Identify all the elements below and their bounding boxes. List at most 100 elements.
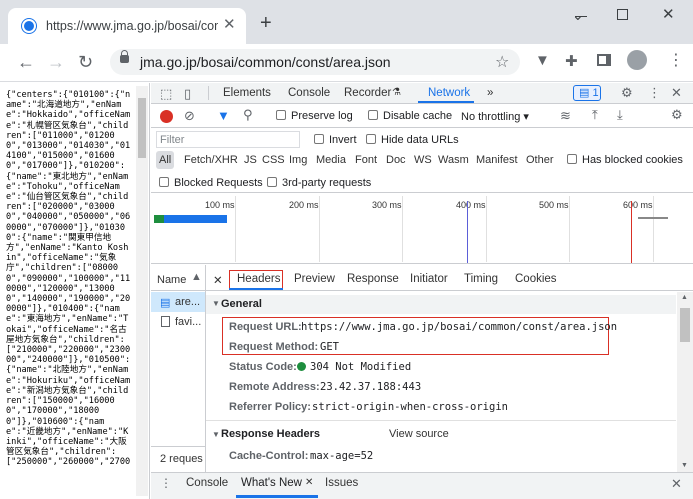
close-window-icon[interactable]: ✕ xyxy=(662,5,675,23)
network-conditions-icon[interactable]: ≋ xyxy=(560,108,571,124)
maximize-icon[interactable] xyxy=(617,9,628,20)
close-whats-new-icon[interactable]: ✕ xyxy=(305,477,313,488)
invert-checkbox[interactable]: Invert xyxy=(314,134,357,146)
tick-200: 200 ms xyxy=(289,200,319,210)
filter-icon[interactable]: ▼ xyxy=(217,108,230,123)
forward-icon[interactable]: → xyxy=(47,52,65,73)
search-icon[interactable]: ⚲ xyxy=(243,107,253,123)
record-icon[interactable] xyxy=(160,110,173,123)
profile-avatar[interactable] xyxy=(627,50,647,70)
close-tab-icon[interactable]: ✕ xyxy=(223,15,236,33)
drawer-menu-icon[interactable]: ⋮ xyxy=(160,476,172,490)
address-bar[interactable]: jma.go.jp/bosai/common/const/area.json ☆ xyxy=(110,49,520,75)
type-css[interactable]: CSS xyxy=(262,154,285,166)
tab-recorder[interactable]: Recorder xyxy=(344,87,391,99)
third-party-checkbox[interactable]: 3rd-party requests xyxy=(267,177,371,189)
hide-data-urls-checkbox[interactable]: Hide data URLs xyxy=(366,134,459,146)
clear-icon[interactable]: ⊘ xyxy=(184,108,195,124)
type-img[interactable]: Img xyxy=(289,154,307,166)
export-har-icon[interactable]: ⤓ xyxy=(617,107,623,123)
tab-headers[interactable]: Headers xyxy=(237,273,280,285)
tab-title: https://www.jma.go.jp/bosai/com xyxy=(46,19,218,33)
tab-preview[interactable]: Preview xyxy=(294,273,335,285)
tick-400: 400 ms xyxy=(456,200,486,210)
expand-general-icon[interactable]: ▼ xyxy=(212,299,220,308)
general-title: General xyxy=(221,298,262,310)
sort-icon: ▲ xyxy=(191,271,202,283)
tab-response[interactable]: Response xyxy=(347,273,399,285)
close-detail-icon[interactable]: ✕ xyxy=(213,273,223,287)
tab-network[interactable]: Network xyxy=(428,87,470,99)
name-column-header[interactable]: Name ▲ xyxy=(151,265,206,291)
general-section-header[interactable] xyxy=(206,295,676,314)
extensions-puzzle-icon[interactable]: ✚ xyxy=(565,52,578,70)
throttling-select[interactable]: No throttling ▾ xyxy=(461,110,529,123)
file-icon xyxy=(161,316,170,327)
timeline-bar xyxy=(154,215,227,223)
type-js[interactable]: JS xyxy=(244,154,257,166)
type-ws[interactable]: WS xyxy=(414,154,432,166)
load-line xyxy=(631,201,632,263)
import-har-icon[interactable]: ⤒ xyxy=(592,107,598,123)
has-blocked-cookies-checkbox[interactable]: Has blocked cookies xyxy=(567,154,683,166)
new-tab-icon[interactable]: + xyxy=(260,12,272,35)
type-fetch-xhr[interactable]: Fetch/XHR xyxy=(184,154,238,166)
filter-input[interactable]: Filter xyxy=(156,131,300,148)
drawer-tab-whats-new[interactable]: What's New xyxy=(241,477,302,489)
lock-icon[interactable] xyxy=(120,50,129,63)
timeline-bar-favicon xyxy=(638,217,668,219)
type-font[interactable]: Font xyxy=(355,154,377,166)
disable-cache-label: Disable cache xyxy=(383,110,453,122)
drawer-tab-console[interactable]: Console xyxy=(186,477,228,489)
preserve-log-checkbox[interactable]: Preserve log xyxy=(276,110,353,122)
extension-icon[interactable]: ▼ xyxy=(535,52,550,69)
type-all[interactable]: All xyxy=(159,154,171,166)
inspect-element-icon[interactable]: ⬚ xyxy=(160,86,172,102)
detail-scrollbar[interactable]: ▲ ▼ xyxy=(677,292,693,472)
drawer-tab-issues[interactable]: Issues xyxy=(325,477,358,489)
request-row[interactable]: are... xyxy=(175,296,200,308)
tick-100: 100 ms xyxy=(205,200,235,210)
bookmark-star-icon[interactable]: ☆ xyxy=(495,52,509,72)
browser-tab[interactable]: https://www.jma.go.jp/bosai/com ✕ xyxy=(8,8,246,44)
address-text[interactable]: jma.go.jp/bosai/common/const/area.json xyxy=(140,54,391,70)
disable-cache-checkbox[interactable]: Disable cache xyxy=(368,110,452,122)
type-wasm[interactable]: Wasm xyxy=(438,154,469,166)
minimize-icon[interactable] xyxy=(575,16,587,17)
close-devtools-icon[interactable]: ✕ xyxy=(671,85,682,101)
tab-timing[interactable]: Timing xyxy=(464,273,498,285)
tab-console[interactable]: Console xyxy=(288,87,330,99)
back-icon[interactable]: ← xyxy=(17,52,35,73)
devtools-menu-icon[interactable]: ⋮ xyxy=(648,85,661,101)
type-manifest[interactable]: Manifest xyxy=(476,154,518,166)
expand-response-headers-icon[interactable]: ▼ xyxy=(212,430,220,439)
blocked-requests-checkbox[interactable]: Blocked Requests xyxy=(159,177,263,189)
type-doc[interactable]: Doc xyxy=(386,154,406,166)
site-favicon-icon xyxy=(22,19,36,33)
chrome-menu-icon[interactable]: ⋮ xyxy=(668,50,684,70)
tab-elements[interactable]: Elements xyxy=(223,87,271,99)
more-tabs-icon[interactable]: » xyxy=(487,87,493,99)
tab-initiator[interactable]: Initiator xyxy=(410,273,448,285)
invert-label: Invert xyxy=(329,134,357,146)
reload-icon[interactable]: ↻ xyxy=(78,52,93,73)
recorder-flask-icon: ⚗ xyxy=(392,87,401,98)
request-row[interactable]: favi... xyxy=(175,316,201,328)
type-media[interactable]: Media xyxy=(316,154,346,166)
hide-data-urls-label: Hide data URLs xyxy=(381,134,459,146)
type-other[interactable]: Other xyxy=(526,154,554,166)
close-drawer-icon[interactable]: ✕ xyxy=(671,476,682,492)
tab-cookies[interactable]: Cookies xyxy=(515,273,557,285)
tick-600: 600 ms xyxy=(623,200,653,210)
request-count: 2 reques xyxy=(160,453,203,465)
page-scrollbar[interactable] xyxy=(136,86,148,496)
response-headers-title[interactable]: Response Headers xyxy=(221,428,320,440)
network-settings-icon[interactable]: ⚙ xyxy=(671,107,683,123)
side-panel-icon[interactable] xyxy=(597,54,611,66)
settings-gear-icon[interactable]: ⚙ xyxy=(621,85,633,101)
request-url-label: Request URL: xyxy=(229,321,302,333)
issues-badge[interactable]: ▤ 1 xyxy=(573,85,601,101)
drawer-tab-bar xyxy=(151,472,693,499)
device-toolbar-icon[interactable]: ▯ xyxy=(184,86,191,102)
view-source-link[interactable]: View source xyxy=(389,428,449,440)
